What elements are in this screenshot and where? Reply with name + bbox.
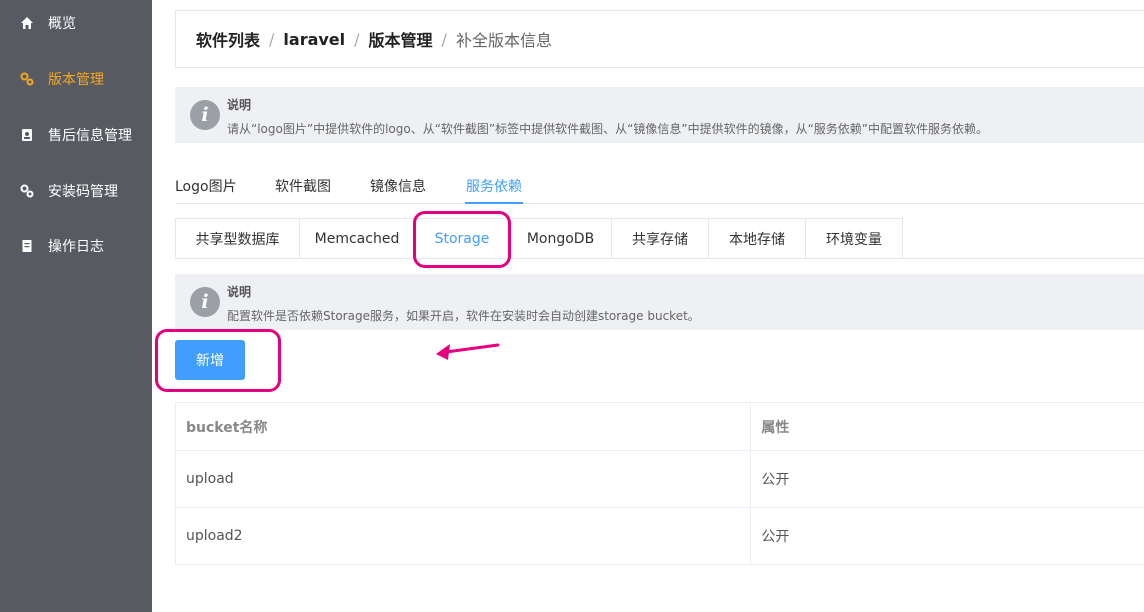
breadcrumb-separator: / xyxy=(269,29,275,49)
active-tab-indicator xyxy=(465,202,523,204)
breadcrumb-current: 补全版本信息 xyxy=(455,31,552,50)
table-row[interactable]: upload2 公开 xyxy=(176,508,1144,565)
pointer-arrow-icon xyxy=(436,343,500,360)
service-subtabs: 共享型数据库 Memcached Storage MongoDB 共享存储 本地… xyxy=(175,218,903,259)
sidebar-item-label: 操作日志 xyxy=(48,239,104,255)
tab-image-info[interactable]: 镜像信息 xyxy=(370,176,426,196)
info-notice: i 说明 请从“logo图片”中提供软件的logo、从“软件截图”标签中提供软件… xyxy=(175,87,1144,143)
subtab-memcached[interactable]: Memcached xyxy=(300,219,415,259)
breadcrumb-item[interactable]: 版本管理 xyxy=(369,27,433,51)
breadcrumb-separator: / xyxy=(354,29,360,49)
sidebar-item-overview[interactable]: 概览 xyxy=(0,0,152,51)
notice-text: 请从“logo图片”中提供软件的logo、从“软件截图”标签中提供软件截图、从“… xyxy=(227,122,989,136)
bucket-attribute-cell: 公开 xyxy=(761,472,790,488)
storage-info-notice: i 说明 配置软件是否依赖Storage服务，如果开启，软件在安装时会自动创建s… xyxy=(175,274,1144,330)
sidebar-item-label: 概览 xyxy=(48,16,76,32)
bucket-name-cell: upload2 xyxy=(176,508,752,564)
sidebar-item-label: 售后信息管理 xyxy=(48,128,132,144)
sidebar-item-label: 安装码管理 xyxy=(48,184,118,200)
add-button-highlight-frame xyxy=(155,329,281,392)
subtab-local-storage[interactable]: 本地存储 xyxy=(709,219,806,259)
main-content: 软件列表 / laravel / 版本管理 / 补全版本信息 i 说明 请从“l… xyxy=(152,0,1144,612)
sidebar-item-label: 版本管理 xyxy=(48,72,104,88)
breadcrumb-separator: / xyxy=(441,29,447,49)
subtab-shared-storage[interactable]: 共享存储 xyxy=(612,219,709,259)
bucket-table: bucket名称 属性 upload 公开 upload2 公开 xyxy=(175,402,1144,565)
column-header-attribute: 属性 xyxy=(761,419,790,436)
subtab-env-variables[interactable]: 环境变量 xyxy=(806,219,903,259)
breadcrumb-item[interactable]: laravel xyxy=(283,30,345,49)
gears-icon xyxy=(20,184,34,198)
bucket-name-cell: upload xyxy=(176,451,752,507)
tab-logo[interactable]: Logo图片 xyxy=(175,176,237,196)
sidebar-item-version-management[interactable]: 版本管理 xyxy=(0,51,152,107)
gears-icon xyxy=(20,72,34,86)
sidebar-item-install-code[interactable]: 安装码管理 xyxy=(0,163,152,219)
tab-screenshots[interactable]: 软件截图 xyxy=(275,176,331,196)
column-header-bucket-name: bucket名称 xyxy=(176,403,752,450)
breadcrumb-item[interactable]: 软件列表 xyxy=(196,27,260,51)
document-icon xyxy=(20,239,34,253)
home-icon xyxy=(20,16,34,30)
bucket-attribute-cell: 公开 xyxy=(761,529,790,545)
subtabs-divider xyxy=(175,258,1144,259)
notice-text: 配置软件是否依赖Storage服务，如果开启，软件在安装时会自动创建storag… xyxy=(227,309,700,323)
main-tabs: Logo图片 软件截图 镜像信息 服务依赖 xyxy=(175,164,1144,204)
info-icon: i xyxy=(190,287,220,317)
breadcrumb: 软件列表 / laravel / 版本管理 / 补全版本信息 xyxy=(175,10,1144,68)
subtab-shared-database[interactable]: 共享型数据库 xyxy=(176,219,300,259)
table-row[interactable]: upload 公开 xyxy=(176,451,1144,508)
table-header-row: bucket名称 属性 xyxy=(176,403,1144,451)
notice-title: 说明 xyxy=(227,285,252,299)
sidebar: 概览 版本管理 售后信息管理 安装码管理 操作日志 xyxy=(0,0,152,612)
sidebar-item-after-sales[interactable]: 售后信息管理 xyxy=(0,107,152,163)
notice-title: 说明 xyxy=(227,98,252,112)
info-icon: i xyxy=(190,100,220,130)
tab-service-dependency[interactable]: 服务依赖 xyxy=(466,176,522,196)
storage-highlight-frame xyxy=(413,211,511,268)
sidebar-item-operation-log[interactable]: 操作日志 xyxy=(0,218,152,274)
subtab-mongodb[interactable]: MongoDB xyxy=(510,219,612,259)
contact-card-icon xyxy=(20,128,34,142)
